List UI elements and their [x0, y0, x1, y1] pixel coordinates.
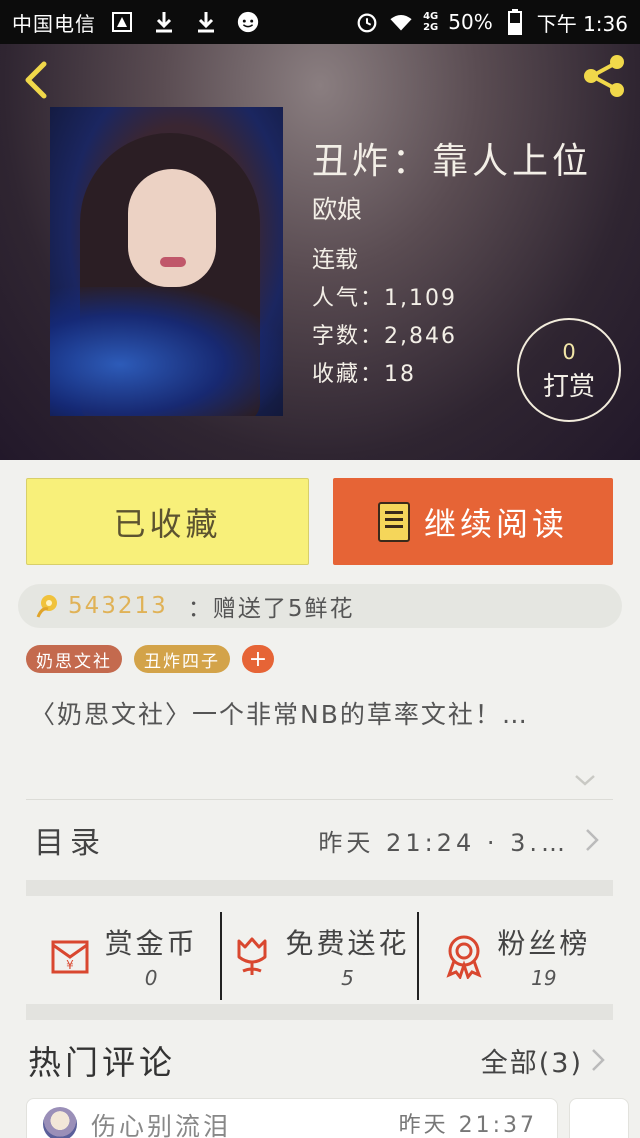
catalog-label: 目录 [34, 826, 106, 861]
download-icon [152, 10, 176, 34]
tag-item[interactable]: 奶思文社 [26, 645, 122, 673]
stats-label: 免费送花 [285, 927, 410, 960]
wifi-icon [389, 10, 413, 34]
continue-reading-label: 继续阅读 [423, 504, 568, 543]
comment-username[interactable]: 伤心别流泪 [91, 1107, 231, 1138]
reward-count: 0 [562, 340, 576, 364]
hot-comments-title: 热门评论 [28, 1043, 176, 1082]
sim-alert-icon [110, 10, 134, 34]
book-description: 〈奶思文社〉一个非常NB的草率文社！… [30, 700, 529, 729]
back-button[interactable] [18, 58, 54, 102]
stats-label: 粉丝榜 [497, 927, 591, 960]
book-author[interactable]: 欧娘 [312, 190, 362, 226]
section-gap [26, 1004, 613, 1020]
reward-button[interactable]: 0 打赏 [517, 318, 621, 422]
network-type: 4G 2G [423, 11, 439, 33]
book-cover-image [50, 107, 283, 416]
coin-reward-item[interactable]: ¥ 赏金币 0 [26, 912, 220, 1000]
chevron-right-icon[interactable] [589, 1047, 607, 1073]
catalog-row[interactable]: 目录 昨天 21:24 · 3.… [26, 800, 613, 880]
tag-list: 奶思文社 丑炸四子 + [26, 645, 274, 673]
chevron-right-icon [586, 829, 599, 851]
book-title: 丑炸：靠人上位 [312, 141, 593, 182]
stats-label: 赏金币 [104, 927, 198, 960]
svg-text:¥: ¥ [66, 958, 74, 972]
red-envelope-icon: ¥ [51, 940, 89, 974]
carrier-name: 中国电信 [12, 11, 96, 36]
gift-user[interactable]: 543213 [68, 593, 168, 619]
comment-card[interactable]: 伤心别流泪 昨天 21:37 [26, 1098, 558, 1138]
book-word-count: 字数：2,846 [312, 324, 457, 349]
add-tag-button[interactable]: + [242, 645, 274, 673]
book-favorites: 收藏：18 [312, 362, 416, 387]
stats-value: 19 [531, 966, 557, 990]
battery-percent: 50% [448, 10, 493, 34]
gift-notice[interactable]: 543213 ：赠送了5鲜花 [18, 584, 622, 628]
catalog-latest-chapter: 昨天 21:24 · 3.… [318, 828, 569, 857]
reward-label: 打赏 [542, 372, 595, 402]
download-icon [194, 10, 218, 34]
alarm-icon [355, 10, 379, 34]
chevron-left-icon [25, 61, 47, 99]
chat-bubble-icon [236, 10, 260, 34]
section-gap [26, 880, 613, 896]
tag-item[interactable]: 丑炸四子 [134, 645, 230, 673]
status-bar: 中国电信 4G 2G 50% 下午 1:36 [0, 0, 640, 44]
flower-gift-icon [36, 595, 57, 618]
interaction-stats: ¥ 赏金币 0 免费送花 5 粉丝榜 19 [26, 912, 613, 1000]
favorited-button[interactable]: 已收藏 [26, 478, 309, 565]
book-icon [377, 501, 410, 542]
book-status: 连载 [312, 247, 358, 273]
all-comments-link[interactable]: 全部(3) [481, 1041, 583, 1080]
stats-value: 0 [144, 966, 158, 990]
share-button[interactable] [580, 54, 628, 98]
clock: 下午 1:36 [536, 11, 628, 36]
stats-value: 5 [341, 966, 354, 990]
flower-icon [237, 937, 267, 975]
book-popularity: 人气：1,109 [312, 286, 457, 311]
gift-text: ：赠送了5鲜花 [187, 596, 355, 622]
comment-time: 昨天 21:37 [398, 1113, 537, 1138]
free-flower-item[interactable]: 免费送花 5 [220, 912, 416, 1000]
share-icon [584, 55, 624, 97]
battery-icon [503, 9, 527, 35]
chevron-down-icon[interactable] [572, 770, 598, 790]
medal-icon [446, 935, 482, 979]
comment-card[interactable] [569, 1098, 629, 1138]
hot-comments-header: 热门评论 全部(3) [26, 1030, 613, 1090]
fan-ranking-item[interactable]: 粉丝榜 19 [416, 912, 613, 1000]
avatar[interactable] [43, 1107, 77, 1138]
favorited-label: 已收藏 [113, 504, 222, 543]
continue-reading-button[interactable]: 继续阅读 [333, 478, 613, 565]
